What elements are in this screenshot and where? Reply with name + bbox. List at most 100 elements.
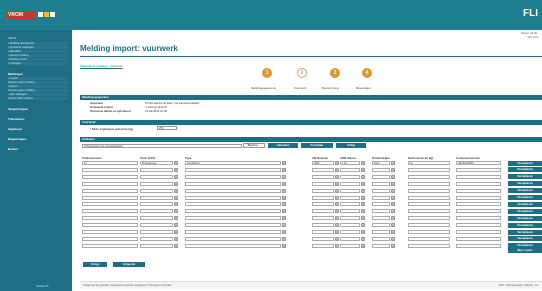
table-cell-container[interactable] (456, 174, 501, 179)
table-cell-massa[interactable] (408, 230, 450, 234)
table-cell-soort[interactable] (140, 181, 173, 186)
table-cell-container[interactable] (456, 236, 501, 241)
table-cell-un[interactable] (312, 188, 334, 193)
table-cell-jaar[interactable] (372, 223, 390, 228)
sidebar-section-rapportages[interactable]: Rapportages (8, 137, 26, 141)
chevron-down-icon[interactable]: ▾ (335, 195, 339, 200)
chevron-down-icon[interactable]: ▾ (282, 161, 286, 165)
delete-row-button[interactable]: Verwijderen (508, 160, 542, 166)
chevron-down-icon[interactable]: ▾ (391, 209, 395, 214)
table-cell-artikel[interactable] (82, 236, 138, 241)
table-cell-soort[interactable]: Professioneel (140, 161, 173, 165)
table-cell-un[interactable] (312, 243, 334, 248)
chevron-down-icon[interactable]: ▾ (391, 223, 395, 228)
table-cell-type[interactable] (185, 236, 281, 241)
delete-row-button[interactable]: Verwijderen (508, 201, 542, 207)
chevron-down-icon[interactable]: ▾ (174, 236, 178, 241)
previous-button[interactable]: Vorige (83, 262, 107, 267)
delete-row-button[interactable]: Verwijderen (508, 174, 542, 180)
sidebar-link[interactable]: » Berichten (8, 50, 68, 53)
sidebar-section-transacties[interactable]: Transacties (8, 117, 25, 121)
sidebar-link[interactable]: Nieuwe CBD melding (8, 97, 68, 100)
table-cell-massa[interactable] (408, 188, 450, 193)
chevron-down-icon[interactable]: ▾ (335, 236, 339, 241)
delete-row-button[interactable]: Verwijderen (508, 208, 542, 214)
table-cell-massa[interactable] (408, 236, 450, 241)
chevron-down-icon[interactable]: ▾ (335, 161, 339, 165)
sidebar-section-beheer[interactable]: Beheer (8, 147, 18, 151)
table-cell-type[interactable] (185, 181, 281, 186)
table-cell-adr[interactable] (340, 230, 360, 234)
table-cell-soort[interactable] (140, 195, 173, 200)
table-cell-type[interactable]: Grondbloem (185, 161, 281, 165)
chevron-down-icon[interactable]: ▾ (335, 174, 339, 179)
table-cell-adr[interactable] (340, 216, 360, 221)
table-cell-container[interactable] (456, 243, 501, 248)
next-button[interactable]: Volgende (113, 262, 145, 267)
table-cell-soort[interactable] (140, 243, 173, 248)
table-cell-artikel[interactable] (82, 209, 138, 214)
table-cell-adr[interactable] (340, 209, 360, 214)
chevron-down-icon[interactable]: ▾ (174, 202, 178, 207)
chevron-down-icon[interactable]: ▾ (361, 174, 365, 179)
table-cell-adr[interactable] (340, 223, 360, 228)
chevron-down-icon[interactable]: ▾ (282, 167, 286, 172)
table-cell-un[interactable]: 0000 (312, 161, 334, 165)
chevron-down-icon[interactable]: ▾ (174, 188, 178, 193)
chevron-down-icon[interactable]: ▾ (391, 181, 395, 186)
table-cell-type[interactable] (185, 209, 281, 214)
table-cell-un[interactable] (312, 167, 334, 172)
table-cell-container[interactable] (456, 195, 501, 200)
chevron-down-icon[interactable]: ▾ (391, 243, 395, 248)
table-cell-type[interactable] (185, 223, 281, 228)
table-cell-un[interactable] (312, 174, 334, 179)
sidebar-section-vergunningen[interactable]: Vergunningen (8, 107, 28, 111)
table-cell-adr[interactable] (340, 195, 360, 200)
delete-row-button[interactable]: Verwijderen (508, 181, 542, 187)
table-cell-jaar[interactable] (372, 209, 390, 214)
chevron-down-icon[interactable]: ▾ (391, 195, 395, 200)
table-cell-type[interactable] (185, 174, 281, 179)
table-cell-type[interactable] (185, 167, 281, 172)
browse-button[interactable]: Bladeren... (243, 143, 265, 148)
chevron-down-icon[interactable]: ▾ (282, 236, 286, 241)
chevron-down-icon[interactable]: ▾ (174, 167, 178, 172)
table-cell-jaar[interactable] (372, 202, 390, 207)
chevron-down-icon[interactable]: ▾ (391, 202, 395, 207)
chevron-down-icon[interactable]: ▾ (361, 167, 365, 172)
chevron-down-icon[interactable]: ▾ (282, 243, 286, 248)
table-cell-container[interactable] (456, 216, 501, 221)
table-cell-type[interactable] (185, 216, 281, 221)
table-cell-soort[interactable] (140, 174, 173, 179)
table-cell-massa[interactable] (408, 223, 450, 228)
table-cell-container[interactable] (456, 209, 501, 214)
csv-file-input[interactable]: CSV-bestand met vuurwerkregels (82, 144, 242, 148)
chevron-down-icon[interactable]: ▾ (361, 161, 365, 165)
chevron-down-icon[interactable]: ▾ (361, 223, 365, 228)
chevron-down-icon[interactable]: ▾ (174, 174, 178, 179)
chevron-down-icon[interactable]: ▾ (391, 216, 395, 221)
chevron-down-icon[interactable]: ▾ (174, 181, 178, 186)
table-cell-soort[interactable] (140, 230, 173, 234)
table-cell-massa[interactable] (408, 174, 450, 179)
table-cell-adr[interactable] (340, 243, 360, 248)
table-cell-soort[interactable] (140, 216, 173, 221)
table-cell-container[interactable] (456, 230, 501, 234)
chevron-down-icon[interactable]: ▾ (335, 167, 339, 172)
sidebar-link[interactable]: » Nieuwe melding (8, 54, 68, 57)
table-cell-massa[interactable] (408, 209, 450, 214)
table-cell-artikel[interactable] (82, 202, 138, 207)
table-cell-artikel[interactable] (82, 223, 138, 228)
table-cell-jaar[interactable] (372, 195, 390, 200)
delete-row-button[interactable]: Verwijderen (508, 236, 542, 242)
sidebar-link[interactable]: Nieuwe export melding (8, 89, 68, 92)
chevron-down-icon[interactable]: ▾ (391, 188, 395, 193)
breadcrumb[interactable]: Startpagina melding > Vuurwerk (80, 64, 123, 68)
table-cell-container[interactable] (456, 223, 501, 228)
chevron-down-icon[interactable]: ▾ (391, 161, 395, 165)
table-cell-adr[interactable] (340, 181, 360, 186)
table-cell-type[interactable] (185, 230, 281, 234)
table-cell-un[interactable] (312, 223, 334, 228)
chevron-down-icon[interactable]: ▾ (335, 209, 339, 214)
sidebar-section-algemeen[interactable]: Algemeen (8, 127, 22, 131)
